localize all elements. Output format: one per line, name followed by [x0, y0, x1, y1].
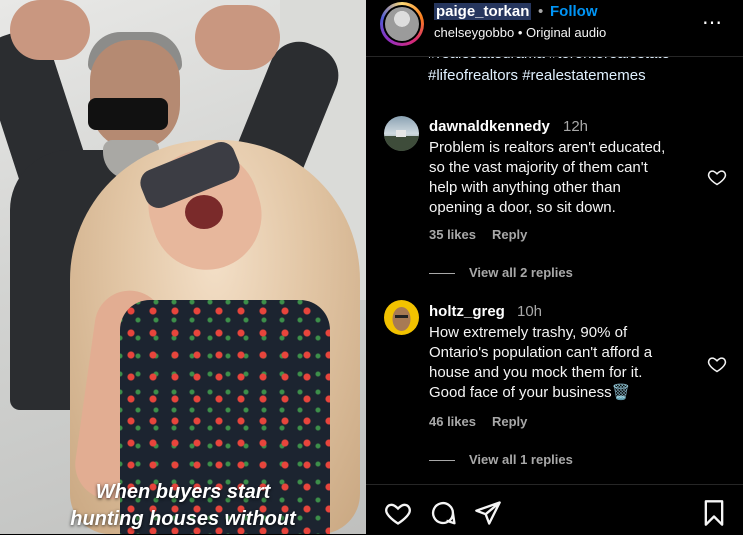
man-head: [90, 40, 180, 150]
comment-icon[interactable]: [429, 499, 457, 527]
comments-list[interactable]: #realestatedrama #torontorealestate #lif…: [366, 57, 743, 484]
view-replies-button[interactable]: View all 1 replies: [429, 452, 573, 467]
post-actions-bar: [366, 484, 743, 535]
author-username[interactable]: paige_torkan: [434, 3, 532, 20]
heart-icon[interactable]: [384, 499, 412, 527]
man-sunglasses: [88, 98, 168, 130]
comment-username[interactable]: holtz_greg: [429, 303, 505, 320]
landscape-avatar-image: [384, 130, 419, 151]
comment-like-heart-icon[interactable]: [707, 354, 727, 374]
face-avatar-image: [392, 307, 411, 331]
hashtags-line-1[interactable]: #realestatedrama #torontorealestate: [428, 57, 728, 65]
man-left-hand: [10, 0, 90, 60]
story-ring[interactable]: [380, 2, 424, 46]
view-replies-label[interactable]: View all 1 replies: [469, 452, 573, 467]
post-hashtags: #realestatedrama #torontorealestate #lif…: [428, 57, 728, 87]
video-caption-line-2: hunting houses without: [70, 508, 296, 530]
author-avatar[interactable]: [383, 5, 421, 43]
replies-divider: [429, 273, 455, 275]
comment-reply-button[interactable]: Reply: [492, 414, 527, 429]
bookmark-icon[interactable]: [700, 499, 728, 527]
comment-time[interactable]: 12h: [563, 118, 588, 135]
commenter-avatar[interactable]: [384, 116, 419, 151]
comment-likes[interactable]: 46 likes: [429, 414, 476, 429]
comment-username[interactable]: dawnaldkennedy: [429, 118, 550, 135]
avatar-image: [385, 7, 419, 41]
send-icon[interactable]: [474, 499, 502, 527]
replies-divider: [429, 460, 455, 462]
separator-dot: •: [538, 3, 544, 20]
comment-text: Problem is realtors aren't educated, so …: [429, 138, 699, 218]
comment-meta: 35 likes Reply: [429, 227, 543, 242]
commenter-avatar[interactable]: [384, 300, 419, 335]
reel-video[interactable]: When buyers start hunting houses without: [0, 0, 366, 534]
view-replies-button[interactable]: View all 2 replies: [429, 265, 573, 280]
comment-line: opening a door, so sit down.: [429, 199, 616, 216]
original-audio-link[interactable]: chelseygobbo • Original audio: [434, 25, 606, 40]
comment-line: so the vast majority of them can't: [429, 159, 648, 176]
more-options-icon[interactable]: ⋯: [702, 10, 723, 35]
post-header: paige_torkan • Follow chelseygobbo • Ori…: [366, 0, 743, 57]
comment-meta: 46 likes Reply: [429, 414, 543, 429]
woman-mouth: [185, 195, 223, 229]
comment-time[interactable]: 10h: [517, 303, 542, 320]
comment-text: How extremely trashy, 90% of Ontario's p…: [429, 323, 699, 403]
comment-line: Problem is realtors aren't educated,: [429, 139, 666, 156]
comment-line: Ontario's population can't afford a: [429, 344, 653, 361]
view-replies-label[interactable]: View all 2 replies: [469, 265, 573, 280]
comment-line: How extremely trashy, 90% of: [429, 324, 628, 341]
comment-line: house and you mock them for it.: [429, 364, 643, 381]
post-panel: paige_torkan • Follow chelseygobbo • Ori…: [366, 0, 743, 534]
comment-like-heart-icon[interactable]: [707, 167, 727, 187]
follow-button[interactable]: Follow: [550, 3, 598, 20]
man-right-hand: [195, 5, 280, 70]
comment-line: Good face of your business🗑️: [429, 384, 631, 401]
comment-likes[interactable]: 35 likes: [429, 227, 476, 242]
hashtags-line-2[interactable]: #lifeofrealtors #realestatememes: [428, 65, 728, 87]
video-caption-line-1: When buyers start: [95, 481, 271, 503]
comment-reply-button[interactable]: Reply: [492, 227, 527, 242]
comment-line: help with anything other than: [429, 179, 621, 196]
